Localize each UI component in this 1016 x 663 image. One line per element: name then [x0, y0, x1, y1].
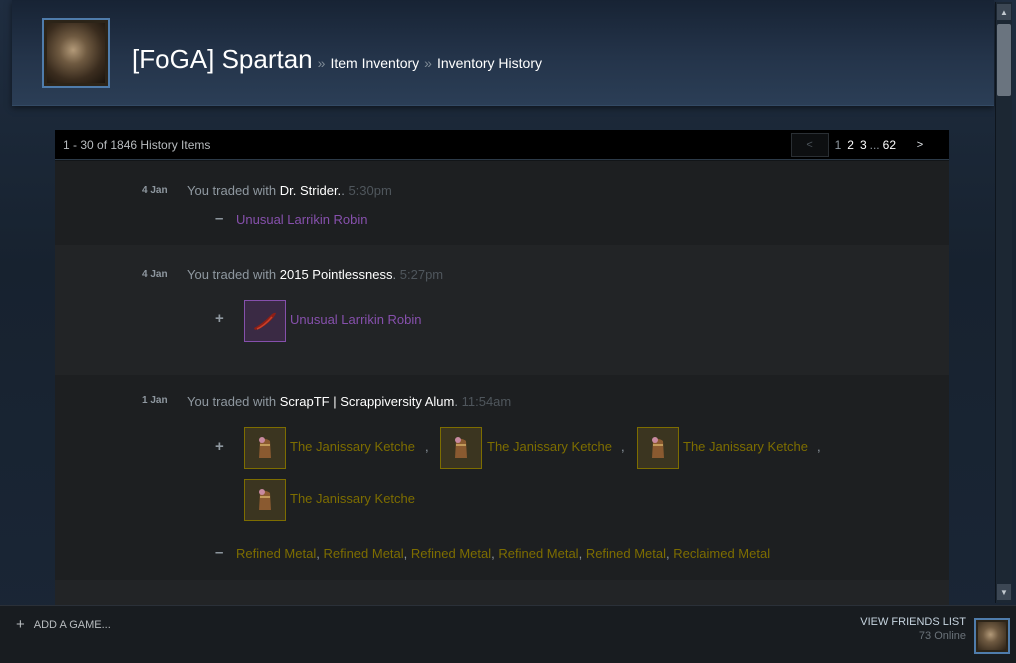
scroll-down-arrow-icon[interactable]: ▼ — [997, 584, 1011, 600]
item-thumbnail[interactable] — [637, 427, 679, 469]
larrikin-robin-hat-icon — [245, 301, 285, 341]
history-row: 4 Jan You traded with Dr. Strider.. 5:30… — [55, 161, 949, 245]
item-comma: , — [621, 439, 625, 454]
previous-page-button[interactable]: < — [790, 133, 829, 157]
friends-online-count: 73 Online — [918, 630, 966, 642]
friends-list-button[interactable]: VIEW FRIENDS LIST 73 Online — [860, 616, 966, 642]
history-date: 4 Jan — [142, 269, 168, 280]
item-comma: , — [817, 439, 821, 454]
janissary-ketche-hat-icon — [441, 428, 481, 468]
add-game-button[interactable]: + ADD A GAME... — [16, 616, 111, 633]
items-lost-sign: – — [215, 210, 224, 227]
history-date: 4 Jan — [142, 185, 168, 196]
trade-suffix: . — [341, 183, 345, 198]
item-link[interactable]: Refined Metal — [323, 546, 403, 561]
item-link[interactable]: The Janissary Ketche — [290, 439, 415, 454]
trade-prefix: You traded with — [187, 394, 277, 409]
history-date: 1 Jan — [142, 395, 168, 406]
trade-partner-link[interactable]: ScrapTF | Scrappiversity Alum — [280, 394, 455, 409]
inventory-history-crumb: Inventory History — [436, 55, 542, 71]
next-page-button[interactable]: > — [901, 133, 939, 157]
history-description: You traded with Dr. Strider.. 5:30pm — [187, 183, 392, 198]
scroll-thumb[interactable] — [997, 24, 1011, 96]
item-link[interactable]: Unusual Larrikin Robin — [290, 312, 422, 327]
breadcrumb-separator: » — [424, 55, 432, 71]
trade-prefix: You traded with — [187, 267, 277, 282]
page-link[interactable]: 2 — [847, 138, 854, 152]
history-count-summary: 1 - 30 of 1846 History Items — [63, 138, 211, 152]
trade-partner-link[interactable]: Dr. Strider. — [280, 183, 341, 198]
item-thumbnail[interactable] — [244, 479, 286, 521]
trade-prefix: You traded with — [187, 183, 277, 198]
profile-avatar[interactable] — [42, 18, 110, 88]
items-lost-sign: – — [215, 544, 224, 561]
item-link[interactable]: The Janissary Ketche — [290, 491, 415, 506]
item-thumbnail[interactable] — [244, 427, 286, 469]
item-thumbnail[interactable] — [440, 427, 482, 469]
item-link[interactable]: Refined Metal — [236, 546, 316, 561]
trade-time: 5:30pm — [348, 183, 392, 198]
trade-partner-link[interactable]: 2015 Pointlessness — [280, 267, 393, 282]
trade-time: 5:27pm — [399, 267, 444, 282]
history-description: You traded with 2015 Pointlessness. 5:27… — [187, 267, 443, 282]
item-link[interactable]: Unusual Larrikin Robin — [236, 212, 368, 227]
trade-suffix: . — [454, 394, 458, 409]
items-gained-sign: + — [215, 438, 224, 455]
scroll-up-arrow-icon[interactable]: ▲ — [997, 4, 1011, 20]
pagination: < 1 2 3 ... 62 > — [790, 132, 939, 158]
history-row: 4 Jan You traded with 2015 Pointlessness… — [55, 245, 949, 375]
steam-inventory-history-window: [FoGA] Spartan » Item Inventory » Invent… — [0, 0, 1016, 663]
add-game-label: ADD A GAME... — [33, 618, 111, 631]
breadcrumb-separator: » — [317, 55, 326, 71]
trade-time: 11:54am — [461, 394, 512, 409]
history-row: 1 Jan You traded with ScrapTF | Scrappiv… — [55, 375, 949, 580]
pager-bar: 1 - 30 of 1846 History Items < 1 2 3 ...… — [55, 130, 949, 160]
view-friends-label: VIEW FRIENDS LIST — [860, 616, 966, 628]
page-link-current: 1 — [834, 138, 842, 152]
item-link[interactable]: Refined Metal — [586, 546, 666, 561]
item-thumbnail[interactable] — [244, 300, 286, 342]
profile-header: [FoGA] Spartan » Item Inventory » Invent… — [12, 0, 994, 106]
lost-items-list: Refined Metal, Refined Metal, Refined Me… — [236, 546, 771, 561]
vertical-scrollbar[interactable]: ▲ ▼ — [995, 2, 1012, 603]
janissary-ketche-hat-icon — [638, 428, 678, 468]
item-link[interactable]: The Janissary Ketche — [487, 439, 612, 454]
breadcrumb: [FoGA] Spartan » Item Inventory » Invent… — [132, 44, 542, 75]
persona-name-link[interactable]: [FoGA] Spartan — [132, 44, 313, 75]
avatar-portrait-icon — [978, 622, 1006, 650]
item-comma: , — [425, 439, 429, 454]
item-link[interactable]: The Janissary Ketche — [683, 439, 808, 454]
page-ellipsis: ... — [869, 138, 880, 152]
avatar-portrait-icon — [47, 23, 105, 83]
item-link[interactable]: Refined Metal — [411, 546, 491, 561]
history-description: You traded with ScrapTF | Scrappiversity… — [187, 394, 511, 409]
item-link[interactable]: Refined Metal — [498, 546, 578, 561]
janissary-ketche-hat-icon — [245, 480, 285, 520]
page-link-last[interactable]: 62 — [883, 138, 896, 152]
user-avatar[interactable] — [974, 618, 1010, 654]
plus-icon: + — [16, 616, 25, 633]
janissary-ketche-hat-icon — [245, 428, 285, 468]
item-inventory-link[interactable]: Item Inventory — [330, 55, 419, 71]
item-link[interactable]: Reclaimed Metal — [673, 546, 770, 561]
inventory-history-panel: 1 - 30 of 1846 History Items < 1 2 3 ...… — [55, 130, 949, 605]
items-gained-sign: + — [215, 310, 224, 327]
page-link[interactable]: 3 — [860, 138, 867, 152]
steam-footer-bar: + ADD A GAME... VIEW FRIENDS LIST 73 Onl… — [0, 605, 1016, 663]
trade-suffix: . — [392, 267, 397, 282]
history-row-partial — [55, 580, 949, 605]
